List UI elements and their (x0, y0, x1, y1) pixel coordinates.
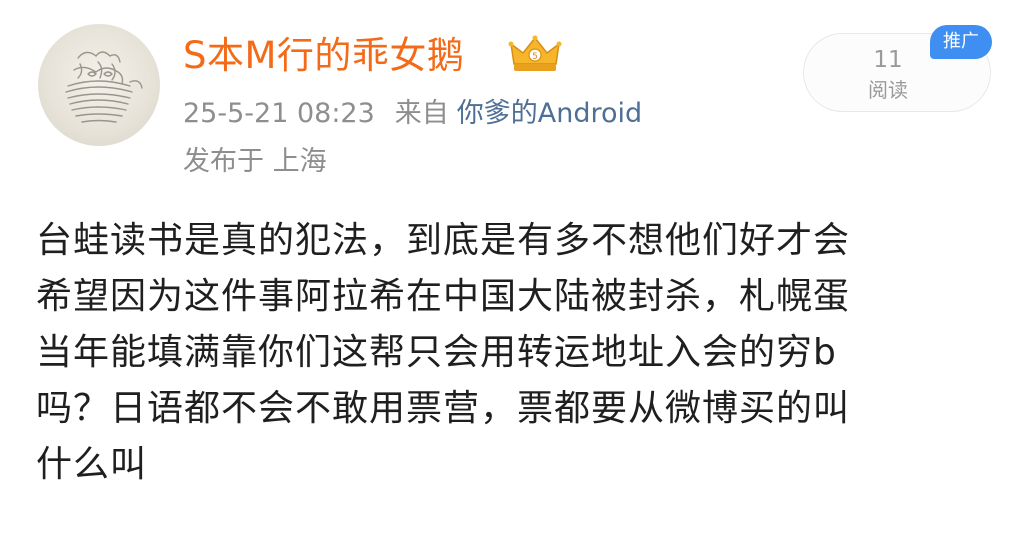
source-prefix: 来自 (394, 98, 449, 129)
weibo-post: S本M行的乖女鹅 5 25-5-21 08:23 来自 你爹的Android 发布于… (0, 0, 1024, 551)
post-text-line: 吗？日语都不会不敢用票营，票都要从微博买的叫 (36, 388, 851, 429)
post-text-line: 当年能填满靠你们这帮只会用转运地址入会的穷b (36, 332, 837, 373)
post-time: 25-5-21 08:23 (183, 98, 375, 129)
post-source-link[interactable]: 你爹的Android (457, 98, 642, 129)
author-name[interactable]: S本M行的乖女鹅 (183, 28, 464, 84)
post-meta: 25-5-21 08:23 来自 你爹的Android (183, 92, 642, 136)
svg-text:5: 5 (532, 52, 538, 62)
promote-badge[interactable]: 推广 (930, 25, 992, 59)
read-label: 阅读 (868, 78, 908, 102)
post-text-line: 什么叫 (36, 444, 148, 485)
avatar-sketch-icon (65, 51, 143, 123)
crown-icon: 5 (508, 35, 562, 71)
post-location: 发布于 上海 (183, 146, 327, 177)
post-text: 台蛙读书是真的犯法，到底是有多不想他们好才会 希望因为这件事阿拉希在中国大陆被封… (36, 213, 996, 493)
avatar[interactable] (38, 24, 160, 146)
post-text-line: 希望因为这件事阿拉希在中国大陆被封杀，札幌蛋 (36, 276, 851, 317)
post-text-line: 台蛙读书是真的犯法，到底是有多不想他们好才会 (36, 220, 851, 261)
